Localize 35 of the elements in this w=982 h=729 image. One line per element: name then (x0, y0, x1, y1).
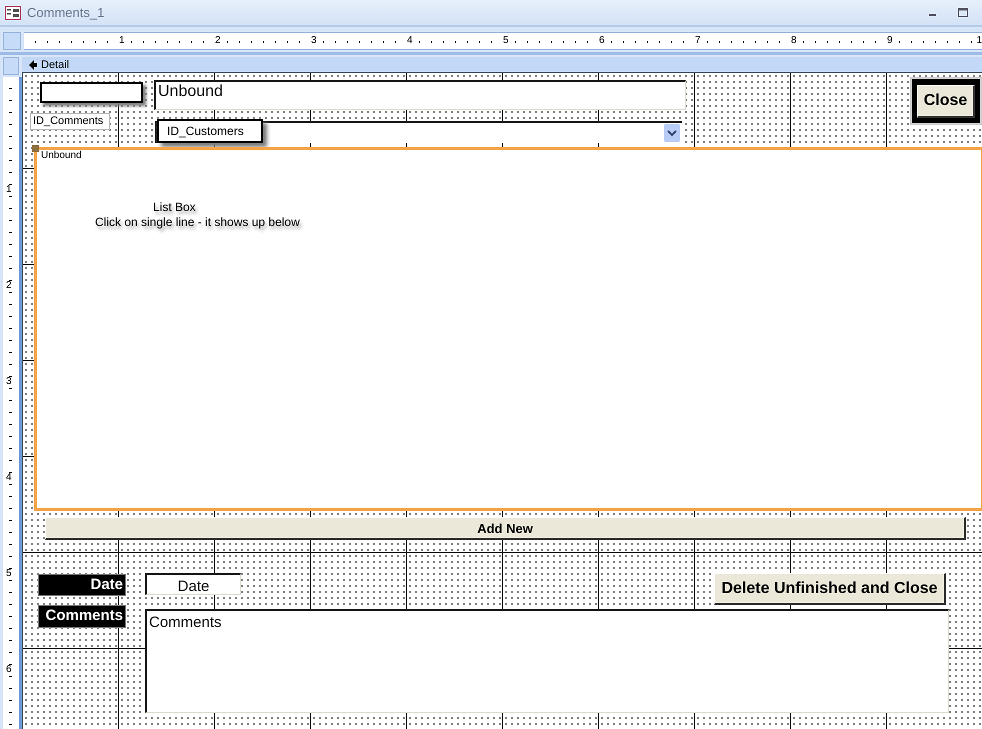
arrow-icon (28, 60, 38, 70)
maximize-icon[interactable] (958, 8, 968, 18)
field-label[interactable]: ID_Customers (157, 119, 263, 143)
command-button[interactable]: Add New (45, 517, 966, 540)
ruler-number: 9 (885, 35, 895, 46)
text-field[interactable]: Unbound (154, 80, 686, 110)
ruler-number: 3 (6, 377, 12, 387)
ruler-number: 1 (974, 35, 982, 46)
ruler-number: 6 (6, 665, 12, 675)
close-button[interactable]: Close (917, 84, 975, 118)
ruler-number: 2 (6, 281, 12, 291)
ruler-number: 7 (693, 35, 703, 46)
ruler-number: 3 (309, 35, 319, 46)
text-field[interactable]: Comments (145, 609, 949, 713)
window-title: Comments_1 (27, 5, 104, 20)
text-field[interactable]: Date (145, 573, 241, 595)
section-bar[interactable]: Detail (22, 57, 982, 73)
caption-text: Click on single line - it shows up below (95, 215, 301, 229)
ruler-number: 1 (6, 185, 12, 195)
ruler-number: 5 (6, 569, 12, 579)
ruler-number: 8 (789, 35, 799, 46)
move-handle[interactable] (32, 145, 39, 152)
ruler-number: 6 (597, 35, 607, 46)
caption-text: List Box (153, 200, 197, 214)
ruler-number: 4 (405, 35, 415, 46)
form-icon (5, 6, 21, 20)
command-button[interactable]: Delete Unfinished and Close (714, 573, 946, 605)
field-label[interactable]: Date (38, 574, 126, 596)
empty-label-box[interactable] (40, 82, 143, 103)
field-label[interactable]: Comments (38, 605, 126, 628)
ruler-number: 4 (6, 473, 12, 483)
ruler-number: 1 (117, 35, 127, 46)
ruler-number: 2 (213, 35, 223, 46)
field-label[interactable]: ID_Comments (30, 113, 110, 130)
ruler-number: 5 (501, 35, 511, 46)
